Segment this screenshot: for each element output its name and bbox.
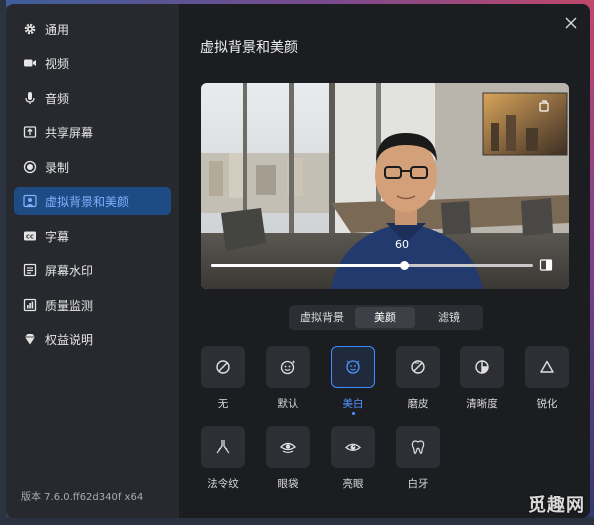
quality-monitor-icon <box>23 298 37 312</box>
virtual-background-panel: 虚拟背景和美颜 60 虚拟背景 美颜 滤镜 无 默认 美白 磨皮 清晰度 锐化 … <box>179 4 590 518</box>
effect-smooth-skin-button[interactable] <box>396 346 440 388</box>
effect-eye-bag-button[interactable] <box>266 426 310 468</box>
settings-sidebar: 通用 视频 音频 共享屏幕 录制 虚拟背景和美颜 CC 字幕 屏幕水印 质量监测… <box>6 4 179 518</box>
effect-nasolabial-button[interactable] <box>201 426 245 468</box>
page-title: 虚拟背景和美颜 <box>200 40 298 56</box>
sidebar-item-label: 权益说明 <box>45 332 94 347</box>
sidebar-item-label: 共享屏幕 <box>45 125 94 140</box>
eye-bag-icon <box>279 442 297 454</box>
effect-white-teeth-button[interactable] <box>396 426 440 468</box>
share-screen-icon <box>23 125 37 139</box>
effect-bright-eye-button[interactable] <box>331 426 375 468</box>
watermark-icon <box>23 263 37 277</box>
camera-preview-image <box>201 83 569 289</box>
sidebar-item-general[interactable]: 通用 <box>14 15 171 43</box>
sidebar-item-label: 虚拟背景和美颜 <box>45 194 130 209</box>
virtual-background-icon <box>23 194 37 208</box>
sidebar-item-watermark[interactable]: 屏幕水印 <box>14 256 171 284</box>
smile-sparkle-icon <box>280 360 296 375</box>
selected-indicator-dot <box>352 412 355 415</box>
effect-whitening-button[interactable] <box>331 346 375 388</box>
slider-value: 60 <box>395 238 409 251</box>
sidebar-item-captions[interactable]: CC 字幕 <box>14 222 171 250</box>
face-whitening-icon <box>346 360 360 374</box>
sidebar-item-share-screen[interactable]: 共享屏幕 <box>14 118 171 146</box>
effect-label: 白牙 <box>407 478 429 490</box>
tab-filter[interactable]: 滤镜 <box>417 307 481 328</box>
effect-label: 法令纹 <box>207 478 239 490</box>
svg-text:CC: CC <box>26 235 34 241</box>
record-icon <box>23 160 37 174</box>
captions-icon: CC <box>23 229 37 243</box>
effect-default-button[interactable] <box>266 346 310 388</box>
effect-sharpness-button[interactable] <box>460 346 504 388</box>
sidebar-item-label: 通用 <box>45 22 70 37</box>
sidebar-item-video[interactable]: 视频 <box>14 49 171 77</box>
effect-none-button[interactable] <box>201 346 245 388</box>
sidebar-item-quality-monitor[interactable]: 质量监测 <box>14 291 171 319</box>
tab-virtual-background[interactable]: 虚拟背景 <box>291 307 353 328</box>
sidebar-item-label: 屏幕水印 <box>45 263 94 278</box>
bright-eye-icon <box>344 443 362 451</box>
rotate-camera-icon[interactable] <box>537 99 551 113</box>
desktop-background-bottom <box>0 517 594 525</box>
effect-label: 美白 <box>342 398 364 410</box>
none-icon <box>216 360 230 374</box>
effect-label: 默认 <box>277 398 299 410</box>
effect-label: 清晰度 <box>466 398 498 410</box>
effect-tabs: 虚拟背景 美颜 滤镜 <box>289 305 483 330</box>
effect-label: 锐化 <box>536 398 558 410</box>
effect-label: 眼袋 <box>277 478 299 490</box>
sidebar-item-label: 质量监测 <box>45 298 94 313</box>
sidebar-item-label: 视频 <box>45 56 70 71</box>
smooth-skin-icon <box>411 360 425 374</box>
settings-window: 通用 视频 音频 共享屏幕 录制 虚拟背景和美颜 CC 字幕 屏幕水印 质量监测… <box>6 4 590 518</box>
effect-label: 磨皮 <box>407 398 429 410</box>
tooth-icon <box>411 440 425 454</box>
compare-icon[interactable] <box>539 258 553 272</box>
intensity-slider[interactable] <box>211 261 533 270</box>
slider-fill <box>211 264 405 267</box>
effect-sharpen-button[interactable] <box>525 346 569 388</box>
sidebar-item-audio[interactable]: 音频 <box>14 84 171 112</box>
video-camera-icon <box>23 56 37 70</box>
sharpness-icon <box>475 360 489 374</box>
sidebar-item-virtual-background[interactable]: 虚拟背景和美颜 <box>14 187 171 215</box>
sidebar-item-label: 录制 <box>45 160 70 175</box>
camera-preview: 60 <box>201 83 569 289</box>
nasolabial-icon <box>216 440 230 454</box>
microphone-icon <box>23 91 37 105</box>
sidebar-item-label: 字幕 <box>45 229 70 244</box>
sidebar-item-record[interactable]: 录制 <box>14 153 171 181</box>
sharpen-triangle-icon <box>540 360 554 373</box>
site-watermark: 觅趣网 <box>528 495 585 516</box>
diamond-icon <box>23 332 37 346</box>
effect-label: 无 <box>217 398 229 410</box>
tab-beauty[interactable]: 美颜 <box>355 307 415 328</box>
effect-label: 亮眼 <box>342 478 364 490</box>
gear-icon <box>23 22 37 36</box>
version-label: 版本 7.6.0.ff62d340f x64 <box>21 492 144 503</box>
close-icon[interactable] <box>564 16 578 30</box>
sidebar-item-label: 音频 <box>45 91 70 106</box>
sidebar-item-benefits[interactable]: 权益说明 <box>14 325 171 353</box>
